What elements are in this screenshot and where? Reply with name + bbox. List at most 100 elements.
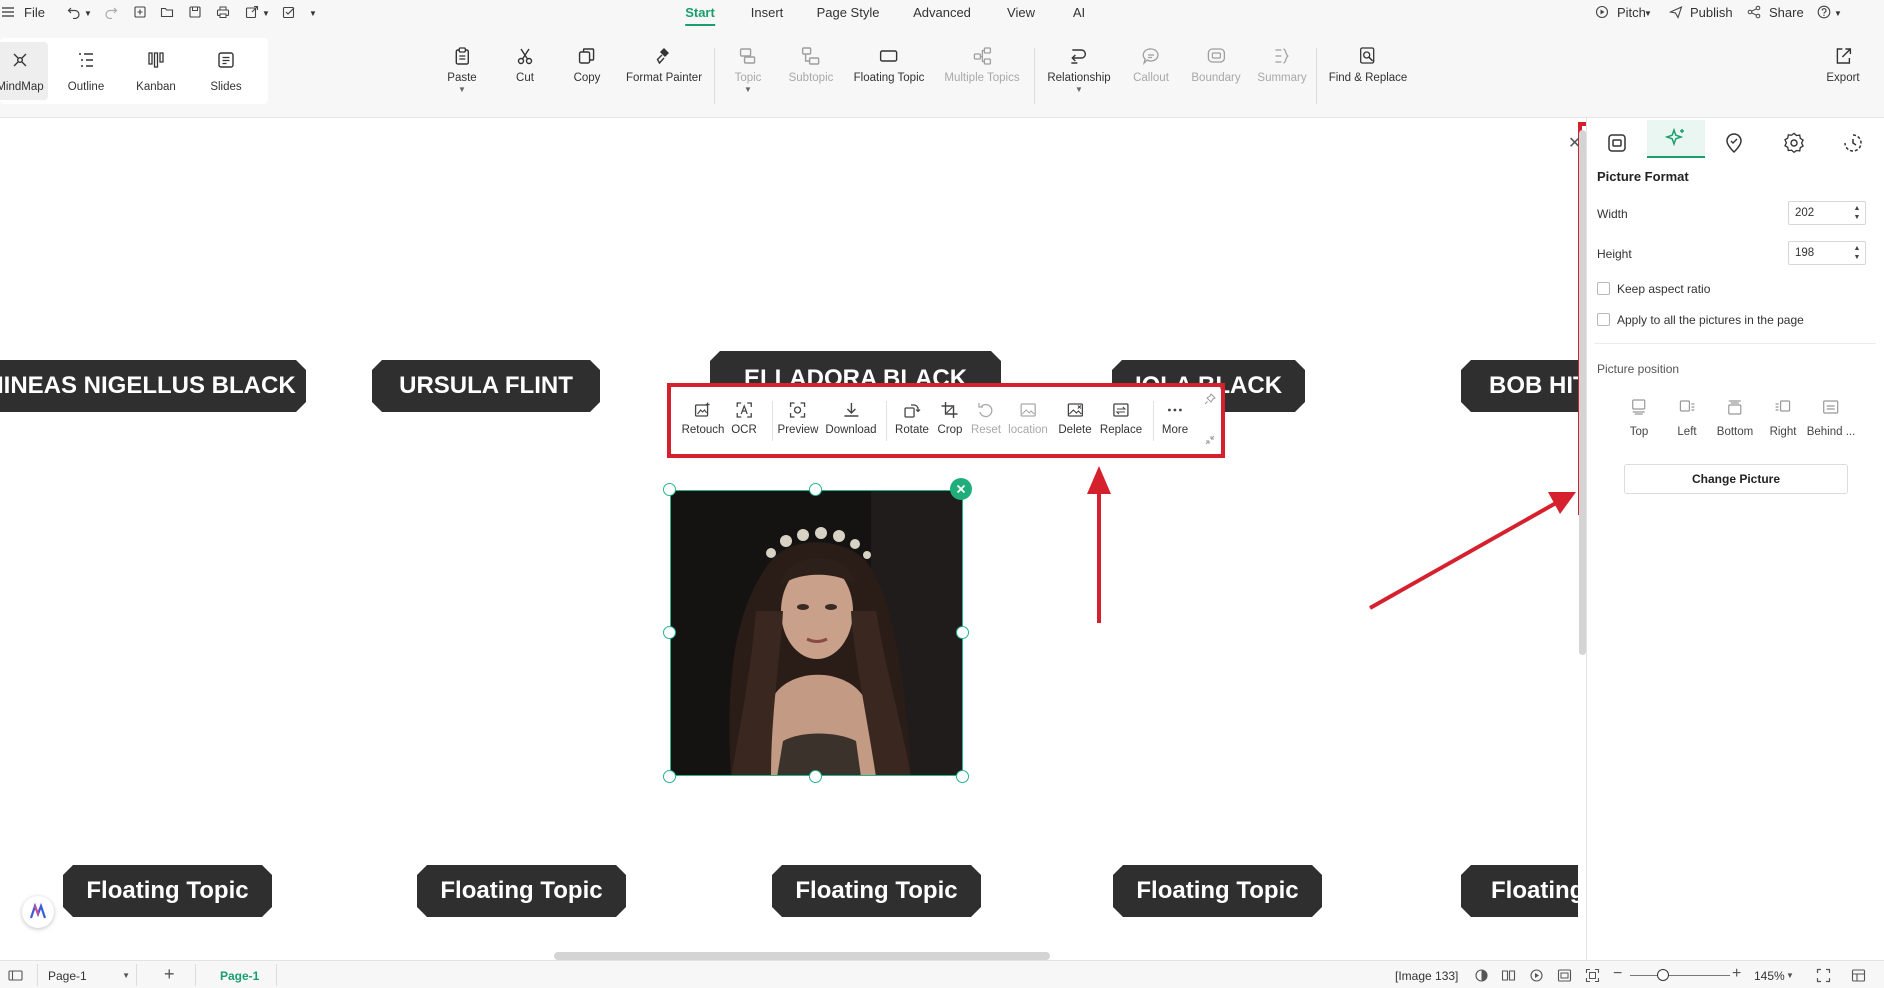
format-painter-button[interactable]: Format Painter bbox=[626, 46, 702, 84]
decrement-icon[interactable]: ▼ bbox=[1852, 253, 1862, 263]
add-page-icon[interactable]: + bbox=[164, 964, 175, 985]
resize-handle[interactable] bbox=[663, 770, 676, 783]
print-icon[interactable] bbox=[215, 4, 231, 20]
apply-all-checkbox[interactable] bbox=[1597, 313, 1610, 326]
view-mindmap-button[interactable]: MindMap bbox=[0, 42, 48, 100]
window-layout-icon[interactable] bbox=[1851, 968, 1866, 983]
remove-picture-icon[interactable] bbox=[950, 478, 972, 500]
tab-mark[interactable] bbox=[1711, 126, 1757, 160]
tab-ai-format[interactable] bbox=[1647, 120, 1705, 158]
theme-icon[interactable] bbox=[1474, 968, 1489, 983]
hamburger-icon[interactable] bbox=[0, 4, 16, 20]
relationship-dropdown-icon[interactable]: ▼ bbox=[1047, 86, 1110, 94]
view-slides-button[interactable]: Slides bbox=[197, 42, 255, 100]
undo-icon[interactable] bbox=[66, 4, 82, 20]
book-view-icon[interactable] bbox=[1501, 968, 1516, 983]
ai-assistant-button[interactable] bbox=[22, 896, 54, 928]
resize-handle[interactable] bbox=[956, 626, 969, 639]
resize-handle[interactable] bbox=[809, 770, 822, 783]
tab-page-style[interactable]: Page Style bbox=[817, 5, 880, 20]
redo-icon[interactable] bbox=[103, 4, 119, 20]
floating-topic-node[interactable]: BOB HITCHENS bbox=[1461, 360, 1578, 412]
width-field[interactable]: ▲ ▼ bbox=[1788, 201, 1866, 225]
keep-aspect-checkbox[interactable] bbox=[1597, 282, 1610, 295]
fullscreen-icon[interactable] bbox=[1816, 968, 1831, 983]
resize-handle[interactable] bbox=[663, 626, 676, 639]
share-button[interactable]: Share bbox=[1769, 5, 1804, 20]
zoom-level[interactable]: 145% bbox=[1754, 969, 1785, 983]
page-dropdown-icon[interactable]: ▼ bbox=[122, 971, 130, 980]
topic-button[interactable]: Topic ▼ bbox=[735, 46, 762, 94]
view-kanban-button[interactable]: Kanban bbox=[127, 42, 185, 100]
tab-insert[interactable]: Insert bbox=[751, 5, 784, 20]
zoom-slider-thumb[interactable] bbox=[1657, 969, 1669, 981]
width-input[interactable] bbox=[1795, 205, 1845, 221]
vertical-scrollbar[interactable] bbox=[1579, 130, 1586, 655]
help-icon[interactable] bbox=[1816, 4, 1832, 20]
resize-handle[interactable] bbox=[663, 483, 676, 496]
zoom-in-icon[interactable]: + bbox=[1732, 965, 1741, 983]
tab-view[interactable]: View bbox=[1007, 5, 1035, 20]
find-replace-button[interactable]: Find & Replace bbox=[1329, 46, 1407, 84]
floating-topic-node[interactable]: Floating Topic bbox=[1461, 865, 1578, 917]
position-right-button[interactable]: Right bbox=[1770, 398, 1796, 438]
position-behind-button[interactable]: Behind ... bbox=[1807, 398, 1855, 438]
pitch-dropdown-icon[interactable]: ▼ bbox=[1644, 9, 1652, 18]
export-dropdown-icon[interactable]: ▼ bbox=[262, 9, 270, 18]
publish-button[interactable]: Publish bbox=[1690, 5, 1733, 20]
play-icon[interactable] bbox=[1529, 968, 1544, 983]
paste-dropdown-icon[interactable]: ▼ bbox=[447, 86, 476, 94]
summary-button[interactable]: Summary bbox=[1257, 46, 1307, 84]
horizontal-scrollbar[interactable] bbox=[554, 952, 1050, 960]
task-icon[interactable] bbox=[281, 4, 297, 20]
customize-toolbar-icon[interactable]: ▼ bbox=[309, 9, 317, 18]
fit-screen-icon[interactable] bbox=[1585, 968, 1600, 983]
floating-topic-button[interactable]: Floating Topic bbox=[854, 46, 924, 84]
tab-ai[interactable]: AI bbox=[1073, 5, 1085, 20]
resize-handle[interactable] bbox=[956, 770, 969, 783]
page-selector[interactable]: Page-1 ▼ bbox=[37, 964, 137, 986]
callout-button[interactable]: Callout bbox=[1133, 46, 1169, 84]
position-top-button[interactable]: Top bbox=[1630, 398, 1648, 438]
cut-button[interactable]: Cut bbox=[515, 46, 535, 84]
export-button[interactable]: Export bbox=[1826, 46, 1860, 84]
floating-topic-node[interactable]: Floating Topic bbox=[772, 865, 981, 917]
pitch-button[interactable]: Pitch bbox=[1617, 5, 1646, 20]
position-bottom-button[interactable]: Bottom bbox=[1717, 398, 1753, 438]
tab-start[interactable]: Start bbox=[685, 5, 715, 26]
export-file-icon[interactable] bbox=[244, 4, 260, 20]
zoom-dropdown-icon[interactable]: ▼ bbox=[1786, 971, 1794, 980]
file-menu[interactable]: File bbox=[24, 5, 45, 20]
multiple-topics-button[interactable]: Multiple Topics bbox=[944, 46, 1020, 84]
subtopic-button[interactable]: Subtopic bbox=[789, 46, 833, 84]
sidebar-toggle-icon[interactable] bbox=[8, 968, 23, 983]
height-input[interactable] bbox=[1795, 245, 1845, 261]
undo-dropdown-icon[interactable]: ▼ bbox=[84, 9, 92, 18]
relationship-button[interactable]: Relationship ▼ bbox=[1047, 46, 1111, 94]
page-tab[interactable]: Page-1 bbox=[195, 964, 277, 986]
change-picture-button[interactable]: Change Picture bbox=[1624, 464, 1848, 494]
floating-topic-node[interactable]: PHINEAS NIGELLUS BLACK bbox=[0, 360, 306, 412]
topic-dropdown-icon[interactable]: ▼ bbox=[735, 86, 762, 94]
floating-topic-node[interactable]: Floating Topic bbox=[63, 865, 272, 917]
tab-advanced[interactable]: Advanced bbox=[913, 5, 971, 20]
tab-history[interactable] bbox=[1830, 126, 1876, 160]
floating-topic-node[interactable]: URSULA FLINT bbox=[372, 360, 600, 412]
save-icon[interactable] bbox=[187, 4, 203, 20]
boundary-button[interactable]: Boundary bbox=[1191, 46, 1241, 84]
help-dropdown-icon[interactable]: ▼ bbox=[1834, 9, 1842, 18]
paste-button[interactable]: Paste ▼ bbox=[447, 46, 477, 94]
copy-button[interactable]: Copy bbox=[574, 46, 600, 84]
decrement-icon[interactable]: ▼ bbox=[1852, 213, 1862, 223]
height-field[interactable]: ▲ ▼ bbox=[1788, 241, 1866, 265]
open-folder-icon[interactable] bbox=[159, 4, 175, 20]
fit-page-icon[interactable] bbox=[1557, 968, 1572, 983]
floating-topic-node[interactable]: Floating Topic bbox=[1113, 865, 1322, 917]
floating-topic-node[interactable]: Floating Topic bbox=[417, 865, 626, 917]
tab-theme[interactable] bbox=[1771, 126, 1817, 160]
zoom-slider-track[interactable] bbox=[1630, 975, 1730, 976]
tab-style[interactable] bbox=[1594, 126, 1640, 160]
resize-handle[interactable] bbox=[809, 483, 822, 496]
selected-picture[interactable] bbox=[670, 490, 963, 776]
position-left-button[interactable]: Left bbox=[1677, 398, 1697, 438]
